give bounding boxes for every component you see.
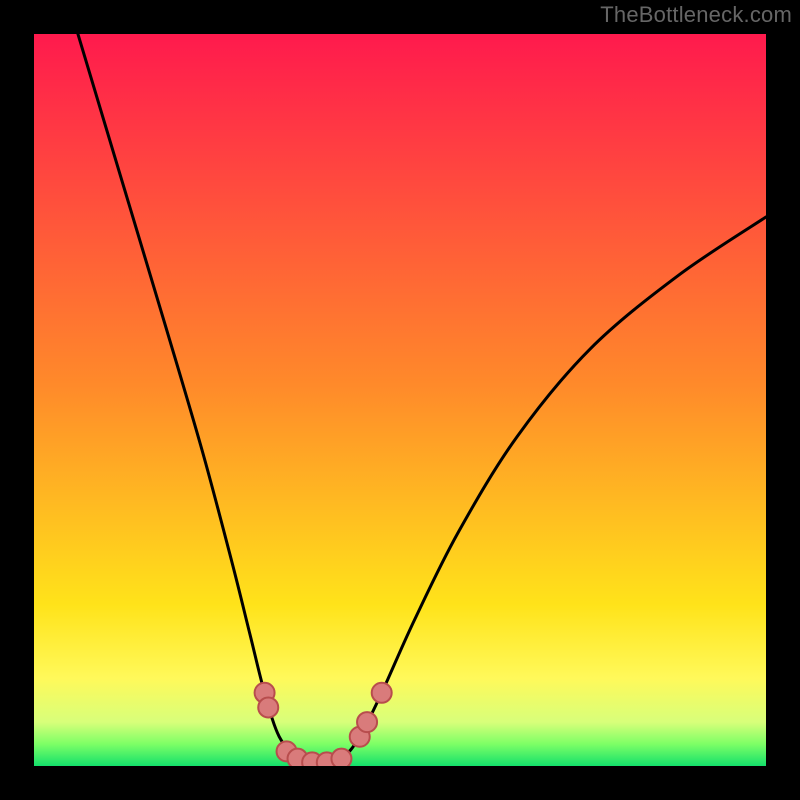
data-marker — [372, 683, 392, 703]
chart-svg — [34, 34, 766, 766]
chart-background — [34, 34, 766, 766]
data-marker — [357, 712, 377, 732]
chart-plot-area — [34, 34, 766, 766]
chart-outer-frame: TheBottleneck.com — [0, 0, 800, 800]
data-marker — [258, 697, 278, 717]
data-marker — [331, 749, 351, 766]
watermark-text: TheBottleneck.com — [600, 2, 792, 28]
